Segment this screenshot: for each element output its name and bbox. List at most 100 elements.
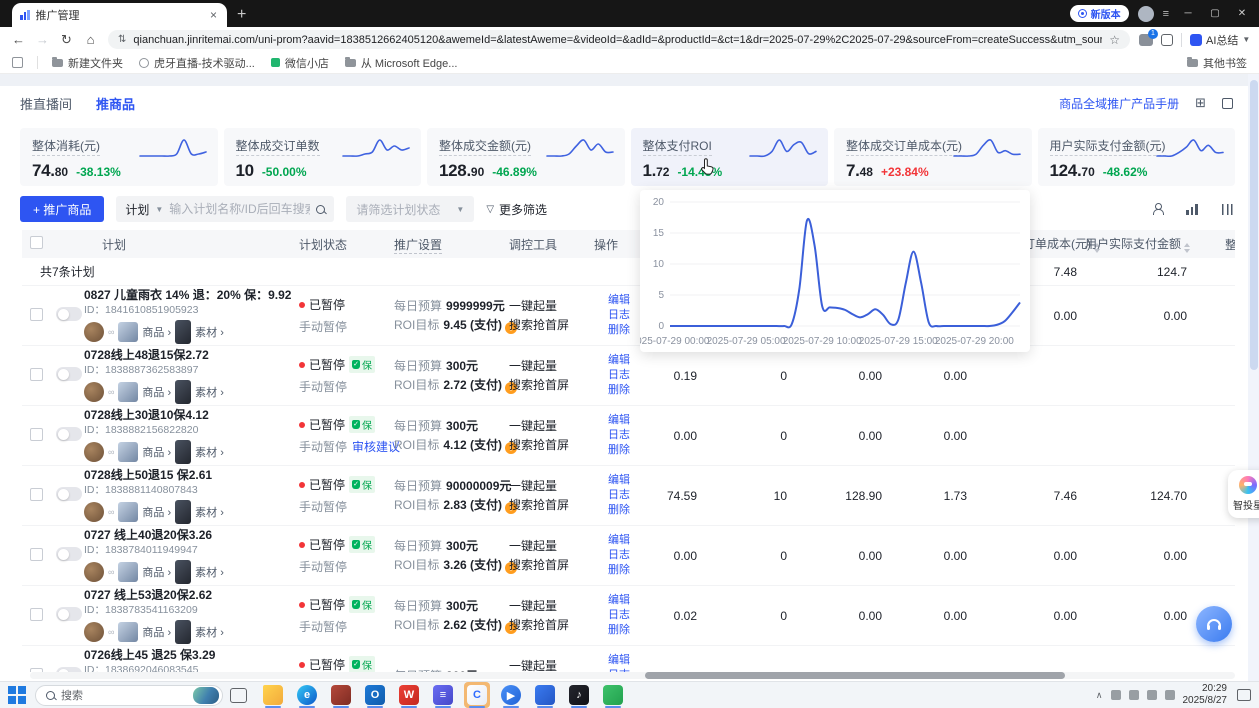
taskbar-clock[interactable]: 20:29 2025/8/27 [1183,683,1228,707]
horizontal-scrollbar-thumb[interactable] [645,672,1065,679]
log-link[interactable]: 日志 [608,488,639,503]
site-info-icon[interactable]: ⇅ [118,34,126,45]
window-close-button[interactable]: ✕ [1233,8,1251,19]
material-link[interactable]: 素材 › [195,624,224,640]
bookmark-item[interactable]: 新建文件夹 [52,55,123,71]
browser-tab[interactable]: 推广管理 × [12,3,227,27]
row-checkbox[interactable] [30,368,43,381]
tab-products[interactable]: 推商品 [96,94,135,113]
fullscreen-icon[interactable] [1222,98,1233,109]
row-checkbox[interactable] [30,428,43,441]
metric-card[interactable]: 整体成交订单数10-50.00% [224,128,422,186]
search-screen-link[interactable]: 搜索抢首屏 [509,496,594,515]
window-maximize-button[interactable]: ▢ [1206,8,1224,19]
product-link[interactable]: 商品 › [142,624,171,640]
hidden-icons-chevron[interactable]: ∧ [1096,690,1103,701]
one-key-boost-link[interactable]: 一键起量 [509,417,594,436]
search-input[interactable] [169,202,310,216]
metric-card[interactable]: 整体成交金额(元)128.90-46.89% [427,128,625,186]
bookmark-item[interactable]: 虎牙直播-技术驱动... [139,55,255,71]
select-all-checkbox[interactable] [30,236,43,249]
product-link[interactable]: 商品 › [142,504,171,520]
row-toggle[interactable] [56,307,82,321]
file-explorer-icon[interactable] [260,682,286,708]
search-screen-link[interactable]: 搜索抢首屏 [509,376,594,395]
tab-live-room[interactable]: 推直播间 [20,94,72,113]
sort-icon[interactable] [1184,243,1190,253]
row-toggle[interactable] [56,607,82,621]
netdisk-icon[interactable] [532,682,558,708]
forward-icon[interactable]: → [32,32,53,47]
url-text[interactable]: qianchuan.jinritemai.com/uni-prom?aavid=… [133,34,1102,46]
home-icon[interactable]: ⌂ [80,32,101,47]
edit-link[interactable]: 编辑 [608,653,639,668]
chart-icon[interactable] [1186,204,1199,215]
product-manual-link[interactable]: 商品全域推广产品手册 [1059,95,1179,112]
product-link[interactable]: 商品 › [142,444,171,460]
one-key-boost-link[interactable]: 一键起量 [509,477,594,496]
review-suggestion-link[interactable]: 审核建议 [352,440,400,454]
delete-link[interactable]: 删除 [608,623,639,638]
network-icon[interactable] [1165,690,1175,700]
qianchuan-icon[interactable]: C [464,682,490,708]
row-toggle[interactable] [56,367,82,381]
search-screen-link[interactable]: 搜索抢首屏 [509,316,594,335]
row-toggle[interactable] [56,547,82,561]
plan-status-select[interactable]: 请筛选计划状态 ▼ [346,196,474,222]
back-icon[interactable]: ← [8,32,29,47]
material-link[interactable]: 素材 › [195,384,224,400]
plan-select[interactable]: 计划 [125,201,149,218]
edit-link[interactable]: 编辑 [608,413,639,428]
delete-link[interactable]: 删除 [608,443,639,458]
material-link[interactable]: 素材 › [195,324,224,340]
search-icon[interactable] [316,205,325,214]
edge-browser-icon[interactable]: e [294,682,320,708]
one-key-boost-link[interactable]: 一键起量 [509,537,594,556]
extension-icon[interactable]: 1 [1139,34,1153,46]
apps-grid-icon[interactable]: ⊞ [1195,95,1206,111]
metric-card[interactable]: 整体消耗(元)74.80-38.13% [20,128,218,186]
store-app-icon[interactable] [328,682,354,708]
display-icon[interactable] [1111,690,1121,700]
log-link[interactable]: 日志 [608,368,639,383]
edit-link[interactable]: 编辑 [608,473,639,488]
audience-icon[interactable] [1152,203,1164,215]
vertical-scrollbar-thumb[interactable] [1250,80,1258,370]
outlook-icon[interactable]: O [362,682,388,708]
delete-link[interactable]: 删除 [608,563,639,578]
taskbar-search[interactable]: 搜索 [35,685,223,706]
extensions-puzzle-icon[interactable] [1161,34,1173,46]
product-link[interactable]: 商品 › [142,564,171,580]
ai-summary-button[interactable]: AI总结 ▼ [1190,32,1250,48]
edit-link[interactable]: 编辑 [608,593,639,608]
notification-icon[interactable] [1237,689,1251,701]
browser-avatar[interactable] [1138,6,1154,22]
news-thumbnail[interactable] [193,687,219,704]
one-key-boost-link[interactable]: 一键起量 [509,297,594,316]
side-panel-icon[interactable] [12,57,23,68]
delete-link[interactable]: 删除 [608,383,639,398]
url-field[interactable]: ⇅ qianchuan.jinritemai.com/uni-prom?aavi… [108,30,1130,49]
other-bookmarks[interactable]: 其他书签 [1187,55,1247,71]
metric-card[interactable]: 用户实际支付金额(元)124.70-48.62% [1038,128,1236,186]
player-app-icon[interactable]: ▶ [498,682,524,708]
edit-link[interactable]: 编辑 [608,293,639,308]
edit-link[interactable]: 编辑 [608,533,639,548]
delete-link[interactable]: 删除 [608,323,639,338]
browser-menu-icon[interactable]: ≡ [1163,8,1170,20]
edit-link[interactable]: 编辑 [608,353,639,368]
help-button[interactable] [1196,606,1232,642]
volume-icon[interactable] [1147,690,1157,700]
one-key-boost-link[interactable]: 一键起量 [509,357,594,376]
row-toggle[interactable] [56,487,82,501]
docs-app-icon[interactable]: ≡ [430,682,456,708]
more-filters-button[interactable]: ▽ 更多筛选 [486,201,547,218]
log-link[interactable]: 日志 [608,308,639,323]
log-link[interactable]: 日志 [608,548,639,563]
new-tab-button[interactable]: + [237,6,246,24]
material-link[interactable]: 素材 › [195,564,224,580]
row-checkbox[interactable] [30,548,43,561]
row-checkbox[interactable] [30,308,43,321]
bookmark-item[interactable]: 从 Microsoft Edge... [345,55,458,71]
log-link[interactable]: 日志 [608,608,639,623]
